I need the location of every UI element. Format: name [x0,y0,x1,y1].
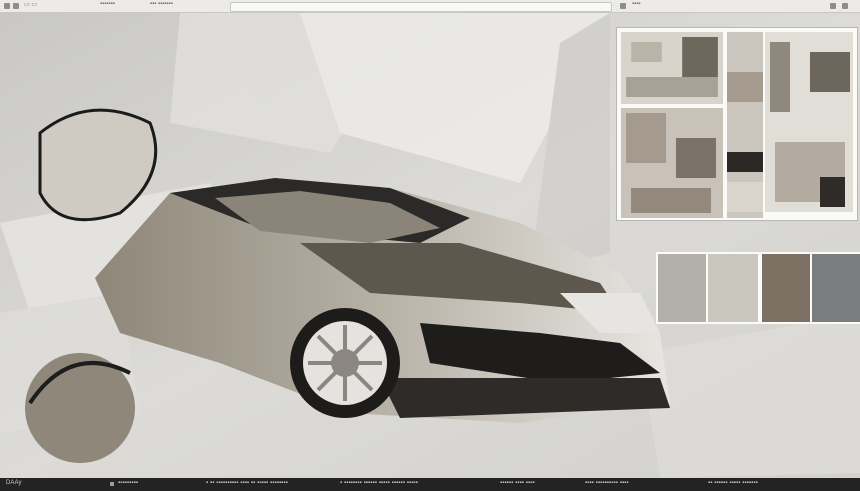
color-palette [656,252,860,324]
thumbnail-3[interactable] [765,32,853,212]
thumbnail-5[interactable] [727,152,763,218]
back-icon[interactable] [620,3,626,9]
toolbar-item-3[interactable]: ▪▪▪ ▪▪▪▪▪▪▪ [150,1,173,7]
window-icon[interactable] [13,3,19,9]
address-bar[interactable] [230,2,612,19]
status-item-6[interactable]: ▪▪ ▪▪▪▪▪▪ ▪▪▪▪▪ ▪▪▪▪▪▪▪ [708,480,758,486]
status-item-4[interactable]: ▪▪▪▪▪▪ ▪▪▪▪ ▪▪▪▪ [500,480,535,486]
swatch-4[interactable] [812,254,860,322]
status-item-2[interactable]: ▪ ▪▪ ▪▪▪▪▪▪▪▪▪▪ ▪▪▪▪ ▪▪ ▪▪▪▪▪ ▪▪▪▪▪▪▪▪ [206,480,288,486]
toolbar-item-2[interactable]: ▪▪▪▪▪▪▪ [100,1,115,7]
thumbnail-4[interactable] [621,108,723,218]
swatch-3[interactable] [762,254,810,322]
swatch-2[interactable] [708,254,758,322]
close-icon[interactable] [842,3,848,9]
toolbar-item-4[interactable]: ▪▪▪▪ [632,1,641,7]
status-item-5[interactable]: ▪▪▪▪ ▪▪▪▪▪▪▪▪▪▪ ▪▪▪▪ [585,480,629,486]
status-item-3[interactable]: ▪ ▪▪▪▪▪▪▪▪ ▪▪▪▪▪▪ ▪▪▪▪▪ ▪▪▪▪▪▪ ▪▪▪▪▪ [340,480,418,486]
swatch-1[interactable] [658,254,706,322]
toolbar-item-1[interactable]: ▭ ▭ [24,1,37,8]
settings-icon[interactable] [830,3,836,9]
thumbnail-panel [616,27,858,221]
status-label: DAAy [6,480,22,486]
status-item-1[interactable]: ▪▪▪▪▪▪▪▪▪ [118,480,138,486]
menu-icon[interactable] [4,3,10,9]
top-toolbar: ▭ ▭ ▪▪▪▪▪▪▪ ▪▪▪ ▪▪▪▪▪▪▪ ▪▪▪▪ [0,0,860,19]
thumbnail-1[interactable] [621,32,723,104]
status-icon-1 [110,482,114,486]
status-bar: DAAy ▪▪▪▪▪▪▪▪▪ ▪ ▪▪ ▪▪▪▪▪▪▪▪▪▪ ▪▪▪▪ ▪▪ ▪… [0,478,860,491]
